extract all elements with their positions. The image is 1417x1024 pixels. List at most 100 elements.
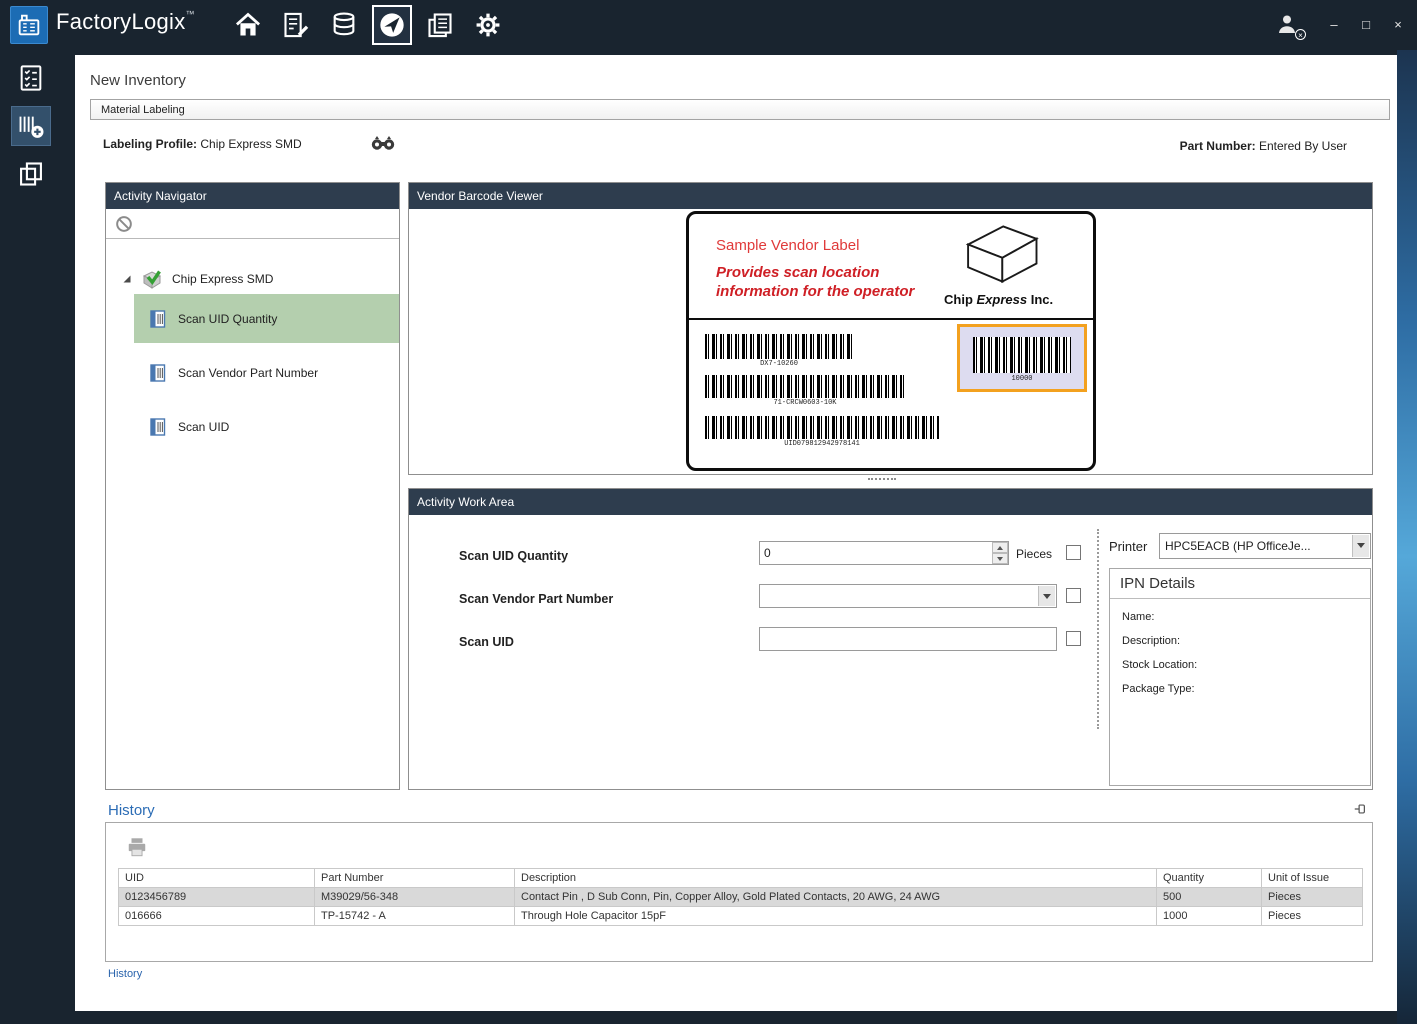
scan-vendor-part-number-checkbox[interactable] [1066,588,1081,603]
history-panel: UID Part Number Description Quantity Uni… [105,822,1373,962]
tree-item-scan-vendor-part-number[interactable]: Scan Vendor Part Number [134,348,399,397]
database-icon[interactable] [324,5,364,45]
quantity-spinner[interactable] [992,542,1008,564]
sample-vendor-label: Sample Vendor Label Provides scan locati… [686,211,1096,471]
scan-uid-quantity-input[interactable] [759,541,1009,565]
chevron-down-icon[interactable] [1352,535,1369,557]
left-rail [0,50,62,1024]
labeling-profile-label: Labeling Profile: [103,137,197,151]
cell-quantity: 1000 [1157,907,1262,926]
cell-quantity: 500 [1157,888,1262,907]
signout-x-badge: × [1295,29,1306,40]
home-icon[interactable] [228,5,268,45]
gear-icon[interactable] [468,5,508,45]
tree-item-scan-uid-quantity[interactable]: Scan UID Quantity [134,294,399,343]
barcode-caption: UID079812942978141 [705,440,939,448]
cell-unit-of-issue: Pieces [1262,907,1363,926]
documents-icon[interactable] [420,5,460,45]
cell-part-number: TP-15742 - A [315,907,515,926]
column-header-uid[interactable]: UID [119,869,315,888]
navigation-arrow-icon[interactable] [372,5,412,45]
user-signout-icon[interactable]: × [1275,12,1301,38]
part-number: Part Number: Entered By User [1180,139,1347,153]
horizontal-splitter[interactable] [868,478,896,483]
field-label-scan-vendor-part-number: Scan Vendor Part Number [459,592,613,606]
barcode-bars [705,416,939,439]
table-row[interactable]: 016666 TP-15742 - A Through Hole Capacit… [119,907,1363,926]
barcode-caption: DX7-10260 [705,360,853,368]
tab-label: Material Labeling [91,101,185,120]
column-header-quantity[interactable]: Quantity [1157,869,1262,888]
scan-uid-input[interactable] [759,627,1057,651]
table-row[interactable]: 0123456789 M39029/56-348 Contact Pin , D… [119,888,1363,907]
pin-icon[interactable] [1353,802,1367,816]
scan-uid-checkbox[interactable] [1066,631,1081,646]
minimize-button[interactable]: – [1325,0,1343,50]
printer-selected-value: HPC5EACB (HP OfficeJe... [1160,534,1370,558]
tree-item-scan-uid[interactable]: Scan UID [134,402,399,451]
scan-uid-quantity-checkbox[interactable] [1066,545,1081,560]
checklist-icon[interactable] [11,58,51,98]
printer-select[interactable]: HPC5EACB (HP OfficeJe... [1159,533,1371,559]
chevron-down-icon[interactable] [1038,586,1055,606]
clipboard-edit-icon[interactable] [276,5,316,45]
ipn-stock-location-label: Stock Location: [1122,659,1370,671]
binoculars-icon[interactable] [371,135,395,153]
activity-navigator-header: Activity Navigator [106,183,399,209]
activity-work-area-header: Activity Work Area [409,489,1372,515]
expander-icon[interactable] [122,274,132,284]
activity-navigator-panel: Activity Navigator Chip Express SMD Scan… [105,182,400,790]
spinner-up-icon[interactable] [992,542,1008,553]
cell-part-number: M39029/56-348 [315,888,515,907]
history-table: UID Part Number Description Quantity Uni… [118,868,1363,926]
spinner-down-icon[interactable] [992,553,1008,564]
profile-row: Labeling Profile: Chip Express SMD Part … [103,137,1347,159]
vertical-splitter[interactable] [1097,529,1102,729]
window-edge-gradient [1397,50,1417,1024]
profile-check-icon [140,267,164,291]
circle-slash-icon[interactable] [115,215,133,233]
history-footer-link[interactable]: History [108,968,142,980]
scan-vendor-part-number-combo[interactable] [759,584,1057,608]
maximize-button[interactable]: □ [1357,0,1375,50]
label-doc-icon [148,417,168,437]
main-toolbar [228,5,508,45]
close-button[interactable]: × [1389,0,1407,50]
cell-uid: 016666 [119,907,315,926]
titlebar: FactoryLogix™ × [0,0,1417,50]
chip-package-icon [951,218,1046,290]
barcode-part: DX7-10260 [705,334,853,368]
cell-description: Contact Pin , D Sub Conn, Pin, Copper Al… [515,888,1157,907]
tree-item-label: Scan UID [178,420,229,434]
label-doc-icon [148,363,168,383]
barcode-bars [705,334,853,359]
barcode-caption: 71-CRCW0603-10K [705,399,905,407]
tree-root-chip-express-smd[interactable]: Chip Express SMD [106,259,399,299]
vendor-label-heading: Sample Vendor Label [716,237,859,254]
labeling-profile-value: Chip Express SMD [200,137,301,151]
tree-item-label: Scan UID Quantity [178,312,277,326]
highlighted-quantity-barcode: 10000 [957,324,1087,392]
field-label-scan-uid-quantity: Scan UID Quantity [459,549,568,563]
app-logo-icon [10,6,48,44]
window-controls: × – □ × [1275,0,1407,50]
copy-icon[interactable] [11,154,51,194]
print-icon[interactable] [126,836,148,858]
label-divider [689,318,1093,320]
ipn-name-label: Name: [1122,611,1370,623]
vendor-label-note: Provides scan location information for t… [716,264,951,302]
column-header-unit-of-issue[interactable]: Unit of Issue [1262,869,1363,888]
app-window: FactoryLogix™ × [0,0,1417,1024]
ipn-details-title: IPN Details [1110,569,1370,599]
printer-label: Printer [1109,539,1147,554]
barcode-bars [705,375,905,398]
barcode-add-icon[interactable] [11,106,51,146]
history-title: History [108,802,155,819]
barcode-uid: UID079812942978141 [705,416,939,448]
column-header-part-number[interactable]: Part Number [315,869,515,888]
main-content: New Inventory Material Labeling Labeling… [75,55,1397,1011]
part-number-label: Part Number: [1180,139,1256,153]
tab-material-labeling[interactable]: Material Labeling [90,99,1390,120]
cell-description: Through Hole Capacitor 15pF [515,907,1157,926]
column-header-description[interactable]: Description [515,869,1157,888]
